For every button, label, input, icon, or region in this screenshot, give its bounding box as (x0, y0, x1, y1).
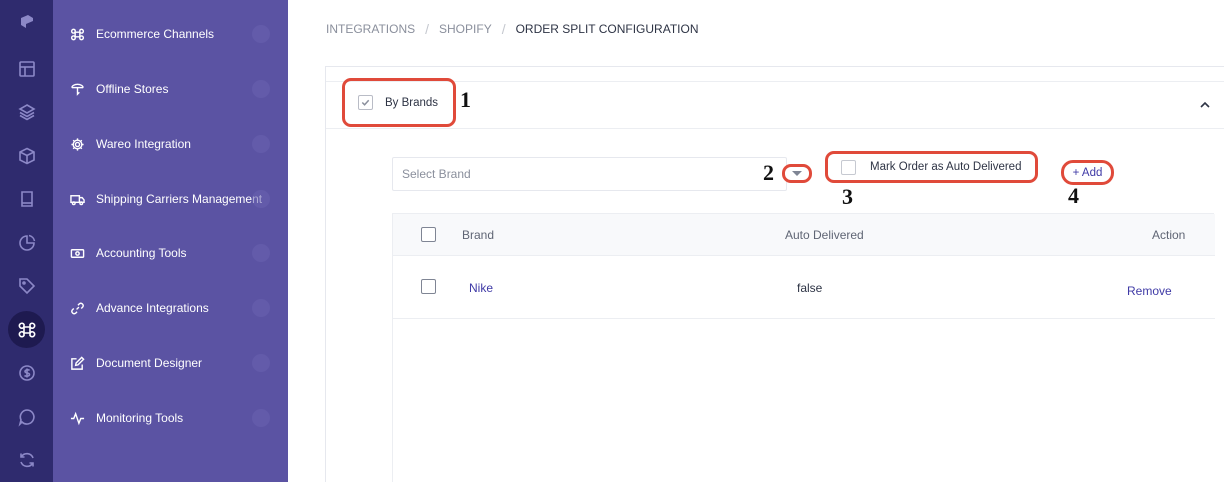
dollar-icon[interactable] (8, 354, 45, 391)
link-icon (69, 300, 85, 316)
brand-table: Brand Auto Delivered Action Nike false R… (392, 213, 1215, 482)
column-header-action: Action (1152, 228, 1186, 242)
expand-icon[interactable] (252, 409, 270, 427)
menu-item-label: Wareo Integration (96, 137, 191, 151)
expand-icon[interactable] (252, 190, 270, 208)
auto-delivered-checkbox[interactable] (841, 159, 856, 175)
menu-item-label: Monitoring Tools (96, 411, 184, 425)
expand-icon[interactable] (252, 299, 270, 317)
menu-item-document-designer[interactable]: Document Designer (53, 343, 288, 383)
money-icon (69, 245, 85, 261)
gear-icon (69, 136, 85, 152)
expand-icon[interactable] (252, 354, 270, 372)
menu-item-label: Document Designer (96, 356, 203, 370)
table-row: Nike false Remove (393, 256, 1215, 319)
logo-icon[interactable] (8, 3, 45, 40)
annotation-4: 4 (1068, 183, 1079, 208)
layers-icon[interactable] (8, 93, 45, 130)
activity-icon (69, 410, 85, 426)
menu-item-label: Advance Integrations (96, 301, 209, 315)
brand-cell[interactable]: Nike (469, 281, 493, 295)
menu-item-offline-stores[interactable]: Offline Stores (53, 69, 288, 109)
menu-item-wareo-integration[interactable]: Wareo Integration (53, 124, 288, 164)
expand-icon[interactable] (252, 135, 270, 153)
tag-icon[interactable] (8, 267, 45, 304)
breadcrumb: INTEGRATIONS / SHOPIFY / ORDER SPLIT CON… (326, 21, 699, 37)
breadcrumb-separator: / (501, 21, 506, 37)
breadcrumb-integrations[interactable]: INTEGRATIONS (326, 22, 415, 36)
integrations-menu: Ecommerce Channels Offline Stores Wareo … (53, 0, 288, 482)
edit-icon (69, 355, 85, 371)
menu-item-accounting-tools[interactable]: Accounting Tools (53, 233, 288, 273)
truck-icon (69, 191, 85, 207)
expand-icon[interactable] (252, 25, 270, 43)
sync-icon[interactable] (8, 441, 45, 478)
box-icon[interactable] (8, 137, 45, 174)
table-header: Brand Auto Delivered Action (393, 214, 1215, 256)
breadcrumb-current: ORDER SPLIT CONFIGURATION (515, 22, 699, 36)
menu-item-ecommerce-channels[interactable]: Ecommerce Channels (53, 14, 288, 54)
main-content: INTEGRATIONS / SHOPIFY / ORDER SPLIT CON… (288, 0, 1224, 482)
menu-item-monitoring-tools[interactable]: Monitoring Tools (53, 398, 288, 438)
menu-item-advance-integrations[interactable]: Advance Integrations (53, 288, 288, 328)
chevron-up-icon[interactable] (1198, 98, 1212, 112)
command-icon (69, 26, 85, 42)
select-brand-field[interactable]: Select Brand (392, 157, 787, 191)
select-brand-placeholder: Select Brand (402, 167, 471, 181)
store-icon (69, 81, 85, 97)
breadcrumb-separator: / (425, 21, 430, 37)
expand-icon[interactable] (252, 80, 270, 98)
chat-icon[interactable] (8, 398, 45, 435)
annotation-3: 3 (842, 184, 853, 209)
by-brands-label: By Brands (385, 96, 439, 109)
caret-down-icon (792, 171, 802, 176)
by-brands-checkbox[interactable] (358, 95, 373, 110)
expand-icon[interactable] (252, 244, 270, 262)
add-brand-button[interactable]: + Add (1061, 160, 1114, 185)
layout-icon[interactable] (8, 50, 45, 87)
book-icon[interactable] (8, 180, 45, 217)
auto-delivered-cell: false (797, 281, 823, 295)
chart-pie-icon[interactable] (8, 224, 45, 261)
by-brands-option[interactable]: By Brands (342, 78, 456, 127)
annotation-1: 1 (460, 87, 471, 112)
menu-item-label: Ecommerce Channels (96, 27, 215, 41)
column-header-auto-delivered[interactable]: Auto Delivered (785, 228, 864, 242)
row-checkbox[interactable] (421, 279, 436, 294)
auto-delivered-label: Mark Order as Auto Delivered (870, 161, 1022, 173)
select-all-checkbox[interactable] (421, 227, 436, 242)
menu-item-label: Accounting Tools (96, 246, 187, 260)
order-split-card: By Brands 1 Select Brand 2 Mark Order as… (325, 66, 1224, 482)
breadcrumb-shopify[interactable]: SHOPIFY (439, 22, 492, 36)
menu-item-label: Offline Stores (96, 82, 169, 96)
brand-dropdown-toggle[interactable] (782, 164, 812, 183)
menu-item-label: Shipping Carriers Management (96, 192, 263, 206)
remove-button[interactable]: Remove (1127, 284, 1172, 298)
app-window: Ecommerce Channels Offline Stores Wareo … (0, 0, 1224, 482)
menu-item-shipping-carriers[interactable]: Shipping Carriers Management (53, 179, 288, 219)
icon-rail (0, 0, 53, 482)
auto-delivered-option[interactable]: Mark Order as Auto Delivered (825, 151, 1038, 183)
command-icon[interactable] (8, 311, 45, 348)
annotation-2: 2 (763, 160, 774, 185)
column-header-brand[interactable]: Brand (462, 228, 494, 242)
